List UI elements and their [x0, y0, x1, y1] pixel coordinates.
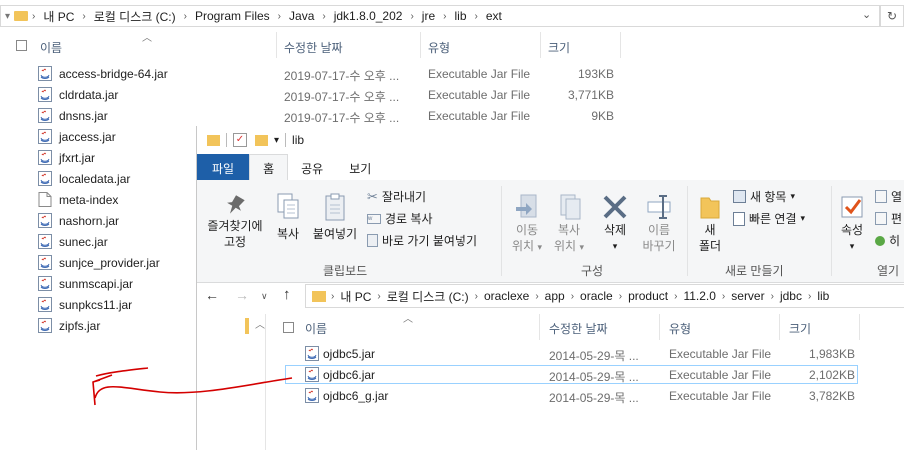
annotation-arrow: [92, 367, 293, 406]
annotation-arrow-top: [95, 367, 149, 377]
annotation-arrowhead: [92, 374, 113, 406]
annotation-arrow-path: [94, 377, 293, 399]
